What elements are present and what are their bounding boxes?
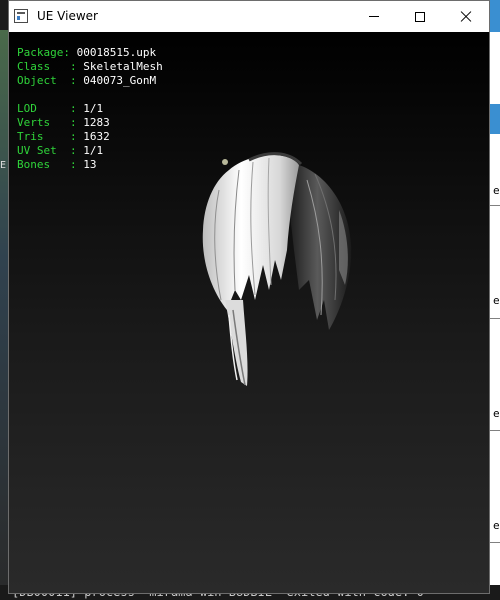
mesh-info-overlay: Package: 00018515.upk Class : SkeletalMe… — [17, 46, 163, 172]
app-window-icon — [14, 9, 28, 23]
background-right-glyph: e — [493, 184, 500, 197]
close-icon — [460, 11, 472, 23]
hair-mesh-render — [202, 152, 352, 386]
background-left-glyph: E — [0, 160, 7, 171]
info-class: Class : SkeletalMesh — [17, 60, 163, 73]
ue-viewer-window: UE Viewer Package: 00018515.upk Class : … — [8, 0, 490, 594]
title-bar[interactable]: UE Viewer — [9, 1, 489, 32]
mesh-viewport[interactable]: Package: 00018515.upk Class : SkeletalMe… — [9, 32, 489, 593]
info-tris: Tris : 1632 — [17, 130, 110, 143]
background-desktop-right: e e e e — [490, 0, 500, 600]
maximize-icon — [415, 11, 425, 22]
maximize-button[interactable] — [397, 1, 443, 32]
minimize-icon — [369, 16, 379, 17]
info-uvset: UV Set : 1/1 — [17, 144, 104, 157]
info-verts: Verts : 1283 — [17, 116, 110, 129]
background-right-glyph: e — [493, 407, 500, 420]
minimize-button[interactable] — [351, 1, 397, 32]
background-desktop-left: E — [0, 30, 8, 600]
info-lod: LOD : 1/1 — [17, 102, 104, 115]
window-title: UE Viewer — [37, 9, 98, 23]
info-object: Object : 040073_GonM — [17, 74, 157, 87]
info-package: Package: 00018515.upk — [17, 46, 157, 59]
info-bones: Bones : 13 — [17, 158, 97, 171]
close-button[interactable] — [443, 1, 489, 32]
background-right-glyph: e — [493, 519, 500, 532]
background-right-glyph: e — [493, 294, 500, 307]
